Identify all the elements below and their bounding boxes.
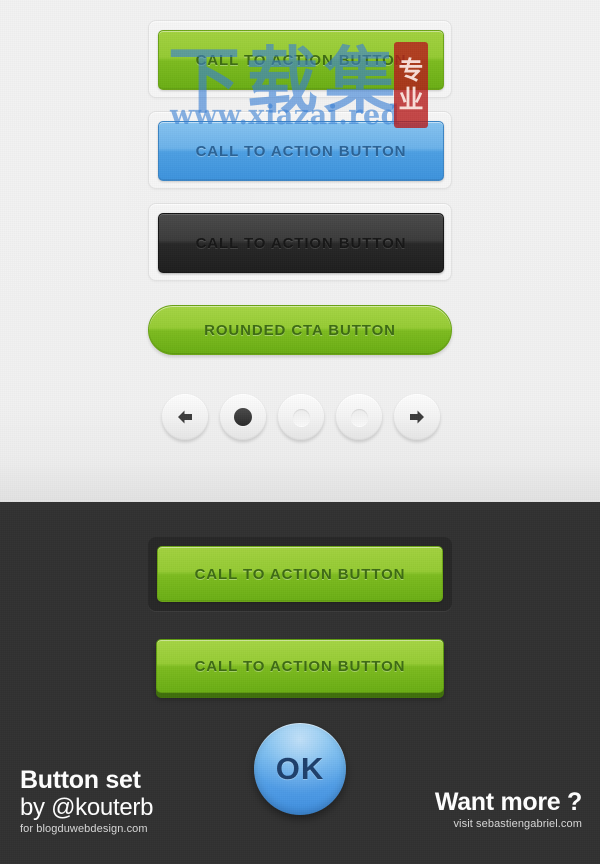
ok-button[interactable]: OK (254, 723, 346, 815)
arrow-right-icon (407, 408, 427, 426)
dark-green-3d-cta-button[interactable]: CALL TO ACTION BUTTON (156, 639, 444, 693)
dark-cta-button[interactable]: CALL TO ACTION BUTTON (158, 213, 444, 273)
radio-empty-circle-button-2[interactable] (336, 394, 382, 440)
circle-empty-icon (292, 408, 310, 426)
footer-title: Button set (20, 766, 141, 794)
dark-panel: CALL TO ACTION BUTTON CALL TO ACTION BUT… (0, 502, 600, 864)
blue-cta-frame: CALL TO ACTION BUTTON (148, 111, 452, 189)
footer-visit-link[interactable]: visit sebastiengabriel.com (435, 816, 582, 832)
footer-left-block: Button set by @kouterb for blogduwebdesi… (20, 767, 153, 837)
footer-author: by @kouterb (20, 794, 154, 821)
footer-blog-link[interactable]: for blogduwebdesign.com (20, 821, 153, 837)
light-panel: CALL TO ACTION BUTTON CALL TO ACTION BUT… (0, 0, 600, 502)
green-cta-button[interactable]: CALL TO ACTION BUTTON (158, 30, 444, 90)
dot-filled-icon (234, 408, 252, 426)
rounded-cta-button[interactable]: ROUNDED CTA BUTTON (148, 305, 452, 355)
arrow-left-icon (175, 408, 195, 426)
prev-circle-button[interactable] (162, 394, 208, 440)
circle-empty-icon (350, 408, 368, 426)
screenshot-stage: CALL TO ACTION BUTTON CALL TO ACTION BUT… (0, 0, 600, 864)
ok-button-label: OK (275, 751, 325, 786)
dark-green-cta-button[interactable]: CALL TO ACTION BUTTON (157, 546, 443, 602)
next-circle-button[interactable] (394, 394, 440, 440)
green-cta-frame: CALL TO ACTION BUTTON (148, 20, 452, 98)
footer-right-block: Want more ? visit sebastiengabriel.com (435, 789, 582, 832)
footer-want-more-title: Want more ? (434, 788, 582, 816)
dark-green-cta-frame: CALL TO ACTION BUTTON (148, 537, 452, 611)
dark-cta-frame: CALL TO ACTION BUTTON (148, 203, 452, 281)
blue-cta-button[interactable]: CALL TO ACTION BUTTON (158, 121, 444, 181)
radio-empty-circle-button-1[interactable] (278, 394, 324, 440)
radio-selected-circle-button[interactable] (220, 394, 266, 440)
